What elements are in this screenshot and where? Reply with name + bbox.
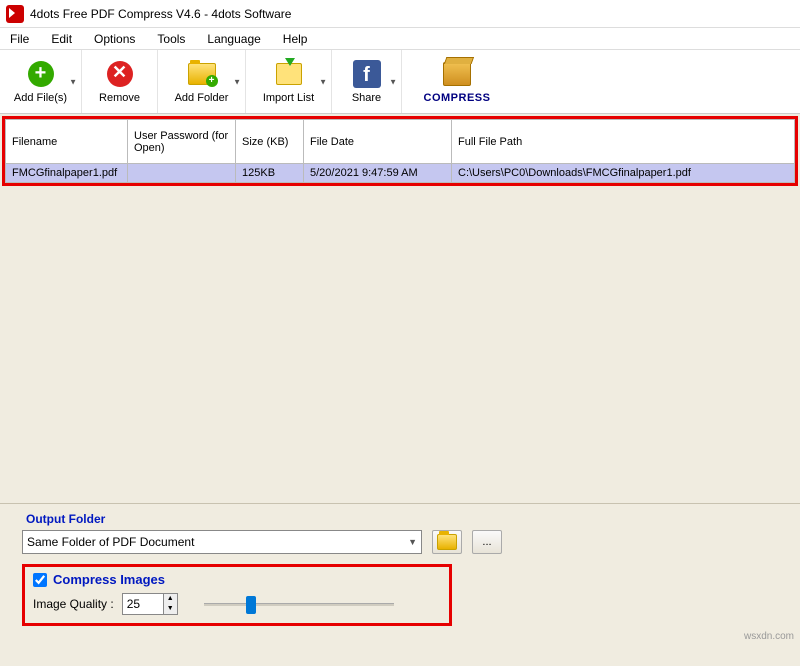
add-folder-label: Add Folder — [175, 92, 229, 104]
menu-edit[interactable]: Edit — [51, 32, 72, 46]
cell-fullpath: C:\Users\PC0\Downloads\FMCGfinalpaper1.p… — [452, 164, 795, 183]
dropdown-caret-icon[interactable]: ▼ — [69, 77, 77, 86]
image-quality-spinner[interactable]: ▲ ▼ — [122, 593, 178, 615]
col-password[interactable]: User Password (for Open) — [128, 120, 236, 164]
output-folder-label: Output Folder — [26, 512, 778, 526]
window-title: 4dots Free PDF Compress V4.6 - 4dots Sof… — [30, 7, 291, 21]
cell-password[interactable] — [128, 164, 236, 183]
table-row[interactable]: FMCGfinalpaper1.pdf 125KB 5/20/2021 9:47… — [6, 164, 795, 183]
compress-label: COMPRESS — [424, 92, 491, 104]
browse-button[interactable]: ... — [472, 530, 502, 554]
menu-bar: File Edit Options Tools Language Help — [0, 28, 800, 50]
remove-label: Remove — [99, 92, 140, 104]
remove-circle-icon: ✕ — [105, 59, 135, 89]
open-folder-button[interactable] — [432, 530, 462, 554]
dropdown-caret-icon[interactable]: ▼ — [233, 77, 241, 86]
menu-file[interactable]: File — [10, 32, 29, 46]
empty-list-area — [0, 188, 800, 504]
col-size[interactable]: Size (KB) — [236, 120, 304, 164]
slider-track — [204, 603, 394, 606]
spin-down-icon[interactable]: ▼ — [164, 604, 177, 614]
folder-icon — [437, 534, 457, 550]
title-bar: 4dots Free PDF Compress V4.6 - 4dots Sof… — [0, 0, 800, 28]
folder-plus-icon: + — [187, 59, 217, 89]
add-files-button[interactable]: + Add File(s) ▼ — [0, 50, 82, 113]
dropdown-caret-icon[interactable]: ▼ — [389, 77, 397, 86]
col-filename[interactable]: Filename — [6, 120, 128, 164]
toolbar: + Add File(s) ▼ ✕ Remove + Add Folder ▼ … — [0, 50, 800, 114]
facebook-icon: f — [352, 59, 382, 89]
compress-images-label[interactable]: Compress Images — [53, 572, 165, 587]
col-filedate[interactable]: File Date — [304, 120, 452, 164]
add-folder-button[interactable]: + Add Folder ▼ — [158, 50, 246, 113]
col-fullpath[interactable]: Full File Path — [452, 120, 795, 164]
slider-thumb[interactable] — [246, 596, 256, 614]
bottom-panel: Output Folder Same Folder of PDF Documen… — [0, 512, 800, 626]
output-folder-combo[interactable]: Same Folder of PDF Document ▼ — [22, 530, 422, 554]
image-quality-input[interactable] — [123, 594, 163, 614]
chevron-down-icon: ▼ — [408, 537, 417, 547]
file-table-highlight: Filename User Password (for Open) Size (… — [2, 116, 798, 186]
add-files-label: Add File(s) — [14, 92, 67, 104]
share-button[interactable]: f Share ▼ — [332, 50, 402, 113]
import-list-label: Import List — [263, 92, 314, 104]
import-list-button[interactable]: Import List ▼ — [246, 50, 332, 113]
menu-language[interactable]: Language — [207, 32, 260, 46]
spin-up-icon[interactable]: ▲ — [164, 594, 177, 604]
file-table[interactable]: Filename User Password (for Open) Size (… — [5, 119, 795, 183]
compress-button[interactable]: COMPRESS — [402, 50, 512, 113]
plus-circle-icon: + — [26, 59, 56, 89]
watermark-text: wsxdn.com — [744, 631, 794, 642]
remove-button[interactable]: ✕ Remove — [82, 50, 158, 113]
image-quality-label: Image Quality : — [33, 597, 114, 611]
menu-help[interactable]: Help — [283, 32, 308, 46]
image-quality-slider[interactable] — [204, 594, 394, 614]
output-folder-value: Same Folder of PDF Document — [27, 535, 194, 549]
menu-tools[interactable]: Tools — [157, 32, 185, 46]
cell-filedate: 5/20/2021 9:47:59 AM — [304, 164, 452, 183]
menu-options[interactable]: Options — [94, 32, 135, 46]
cell-size: 125KB — [236, 164, 304, 183]
app-icon — [6, 5, 24, 23]
compress-images-group: Compress Images Image Quality : ▲ ▼ — [22, 564, 452, 626]
import-icon — [274, 59, 304, 89]
share-label: Share — [352, 92, 381, 104]
output-folder-group: Output Folder Same Folder of PDF Documen… — [22, 512, 778, 554]
package-box-icon — [442, 59, 472, 89]
dropdown-caret-icon[interactable]: ▼ — [319, 77, 327, 86]
compress-images-checkbox[interactable] — [33, 573, 47, 587]
cell-filename[interactable]: FMCGfinalpaper1.pdf — [6, 164, 128, 183]
